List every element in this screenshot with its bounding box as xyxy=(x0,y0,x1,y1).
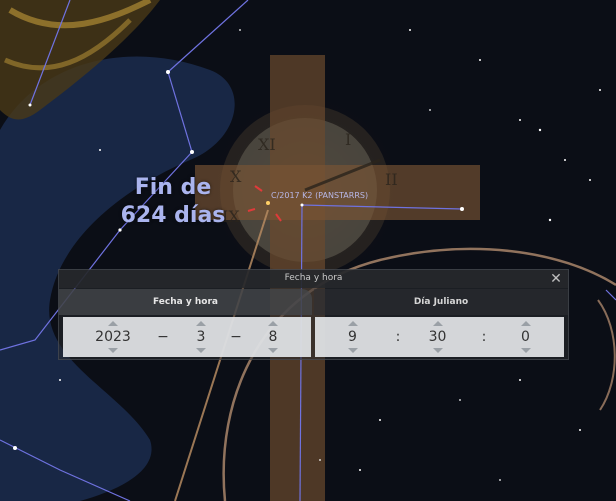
countdown-line-2: 624 días xyxy=(120,203,226,228)
time-panel: 9 : 30 : 0 xyxy=(315,317,564,357)
year-value[interactable]: 2023 xyxy=(83,329,143,345)
month-down-arrow-icon[interactable] xyxy=(196,348,206,353)
year-down-arrow-icon[interactable] xyxy=(108,348,118,353)
svg-text:II: II xyxy=(385,170,398,189)
date-panel: 2023 − 3 − 8 xyxy=(63,317,311,357)
hour-spinbox[interactable]: 9 xyxy=(330,317,375,357)
second-value[interactable]: 0 xyxy=(503,329,548,345)
hour-up-arrow-icon[interactable] xyxy=(347,321,358,326)
date-time-dialog: Fecha y hora ✕ Fecha y hora Día Juliano … xyxy=(58,269,569,360)
date-separator: − xyxy=(230,329,242,345)
month-up-arrow-icon[interactable] xyxy=(196,321,206,326)
second-spinbox[interactable]: 0 xyxy=(503,317,548,357)
minute-spinbox[interactable]: 30 xyxy=(415,317,460,357)
year-up-arrow-icon[interactable] xyxy=(108,321,118,326)
second-down-arrow-icon[interactable] xyxy=(520,348,531,353)
month-spinbox[interactable]: 3 xyxy=(181,317,221,357)
hour-value[interactable]: 9 xyxy=(330,329,375,345)
second-up-arrow-icon[interactable] xyxy=(520,321,531,326)
minute-down-arrow-icon[interactable] xyxy=(432,348,443,353)
dialog-title: Fecha y hora xyxy=(284,273,343,283)
svg-text:X: X xyxy=(230,167,242,186)
month-value[interactable]: 3 xyxy=(181,329,221,345)
date-separator: − xyxy=(157,329,169,345)
minute-up-arrow-icon[interactable] xyxy=(432,321,443,326)
comet-label[interactable]: C/2017 K2 (PANSTARRS) xyxy=(271,191,368,200)
year-spinbox[interactable]: 2023 xyxy=(83,317,143,357)
minute-value[interactable]: 30 xyxy=(415,329,460,345)
sky-view[interactable]: XI I II X IX xyxy=(0,0,616,501)
day-value[interactable]: 8 xyxy=(253,329,293,345)
svg-text:XI: XI xyxy=(258,135,276,154)
close-icon[interactable]: ✕ xyxy=(548,271,564,287)
svg-text:I: I xyxy=(345,130,351,149)
time-separator: : xyxy=(395,329,401,345)
tab-date-time[interactable]: Fecha y hora xyxy=(59,289,312,315)
dialog-titlebar[interactable]: Fecha y hora ✕ xyxy=(59,270,568,288)
day-spinbox[interactable]: 8 xyxy=(253,317,293,357)
tab-julian-day[interactable]: Día Juliano xyxy=(314,289,568,315)
countdown-line-1: Fin de xyxy=(134,175,212,200)
time-separator: : xyxy=(481,329,487,345)
day-up-arrow-icon[interactable] xyxy=(268,321,278,326)
hour-down-arrow-icon[interactable] xyxy=(347,348,358,353)
countdown-label: Fin de 624 días xyxy=(118,174,228,230)
day-down-arrow-icon[interactable] xyxy=(268,348,278,353)
